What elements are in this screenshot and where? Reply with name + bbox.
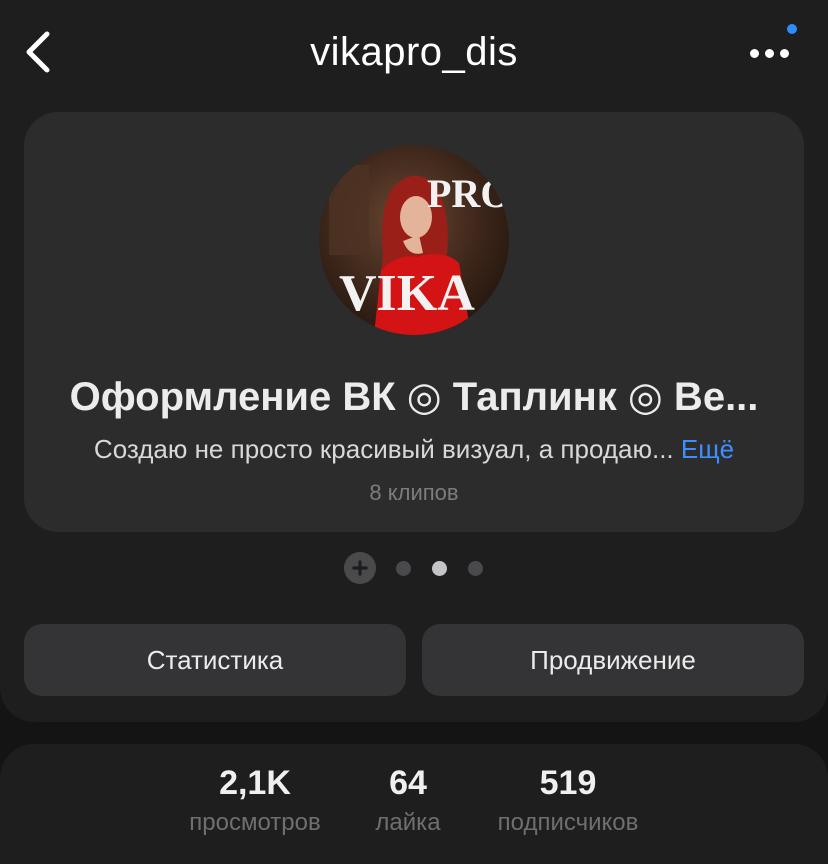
stat-likes[interactable]: 64 лайка	[358, 764, 458, 837]
profile-card: PRO VIKA Оформление ВК ◎ Таплинк ◎ Ве...…	[24, 112, 804, 532]
stat-label: просмотров	[189, 809, 321, 836]
profile-title: Оформление ВК ◎ Таплинк ◎ Ве...	[69, 375, 759, 419]
promotion-button[interactable]: Продвижение	[422, 624, 804, 696]
notification-dot	[787, 24, 797, 34]
profile-sheet: vikapro_dis PRO VIKA Оформление ВК ◎ Тап…	[0, 0, 828, 722]
page-dot[interactable]	[396, 561, 411, 576]
profile-page: vikapro_dis PRO VIKA Оформление ВК ◎ Тап…	[0, 0, 828, 864]
stat-label: подписчиков	[497, 809, 639, 836]
description-text: Создаю не просто красивый визуал, а прод…	[93, 434, 674, 464]
more-horizontal-icon	[749, 48, 789, 58]
page-indicator	[0, 552, 828, 584]
stats-panel: 2,1K просмотров 64 лайка 519 подписчиков	[0, 744, 828, 864]
avatar-image: PRO VIKA	[319, 145, 509, 335]
stat-label: лайка	[375, 809, 441, 836]
stat-value: 519	[539, 764, 597, 802]
avatar-text-pro: PRO	[427, 171, 509, 216]
statistics-button[interactable]: Статистика	[24, 624, 406, 696]
stat-value: 64	[389, 764, 427, 802]
clips-count: 8 клипов	[369, 480, 459, 505]
plus-icon	[352, 560, 368, 576]
profile-description: Создаю не просто красивый визуал, а прод…	[24, 434, 804, 465]
avatar-text-vika: VIKA	[339, 265, 475, 322]
header: vikapro_dis	[0, 0, 828, 104]
page-title: vikapro_dis	[310, 30, 518, 74]
add-page-button[interactable]	[344, 552, 376, 584]
avatar[interactable]: PRO VIKA	[319, 145, 509, 335]
page-dot-active[interactable]	[432, 561, 447, 576]
stat-followers[interactable]: 519 подписчиков	[472, 764, 664, 837]
page-dot[interactable]	[468, 561, 483, 576]
more-options-button[interactable]	[740, 30, 798, 76]
stat-value: 2,1K	[219, 764, 291, 802]
show-more-link[interactable]: Ещё	[681, 434, 734, 464]
stat-views[interactable]: 2,1K просмотров	[160, 764, 350, 837]
